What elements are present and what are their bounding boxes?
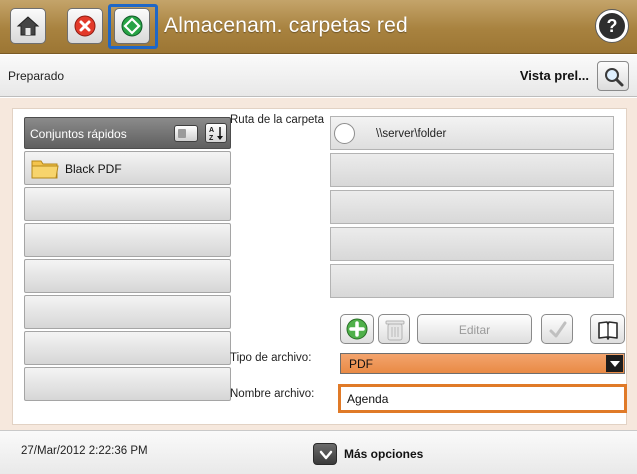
folder-path-radio[interactable] bbox=[334, 123, 355, 144]
checkmark-icon bbox=[549, 321, 567, 338]
quick-set-item[interactable] bbox=[24, 295, 231, 329]
quick-set-item[interactable]: Black PDF bbox=[24, 151, 231, 185]
folder-path-row[interactable] bbox=[330, 153, 614, 187]
folder-path-row[interactable] bbox=[330, 190, 614, 224]
quick-set-item[interactable] bbox=[24, 367, 231, 401]
sort-az-icon: A Z bbox=[209, 127, 223, 141]
dropdown-arrow-icon bbox=[606, 355, 623, 372]
more-options-button[interactable] bbox=[313, 443, 337, 465]
preview-button[interactable] bbox=[597, 61, 629, 91]
sort-button[interactable]: A Z bbox=[205, 123, 227, 143]
preview-label[interactable]: Vista prel... bbox=[520, 68, 589, 83]
main-panel: Conjuntos rápidos A Z Black PDF Ruta de … bbox=[0, 98, 637, 430]
folder-icon bbox=[31, 160, 59, 179]
svg-text:Z: Z bbox=[209, 135, 214, 141]
page-title: Almacenam. carpetas red bbox=[164, 14, 408, 37]
bottom-bar: 27/Mar/2012 2:22:36 PM Más opciones bbox=[0, 430, 637, 474]
stop-icon bbox=[74, 15, 96, 37]
title-bar: Almacenam. carpetas red ? bbox=[0, 0, 637, 54]
address-book-button[interactable] bbox=[590, 314, 625, 344]
file-type-select[interactable]: PDF bbox=[340, 353, 625, 374]
verify-button[interactable] bbox=[541, 314, 573, 344]
quick-set-label: Black PDF bbox=[65, 162, 122, 176]
stop-button[interactable] bbox=[67, 8, 103, 44]
add-button[interactable] bbox=[340, 314, 374, 344]
file-type-value: PDF bbox=[349, 357, 373, 371]
file-type-label: Tipo de archivo: bbox=[230, 352, 312, 364]
file-name-label: Nombre archivo: bbox=[230, 388, 315, 400]
folder-path-text: \\server\folder bbox=[376, 128, 447, 140]
trash-icon bbox=[385, 320, 405, 341]
quick-set-item[interactable] bbox=[24, 331, 231, 365]
plus-icon bbox=[346, 318, 368, 340]
delete-button[interactable] bbox=[378, 314, 410, 344]
folder-path-row[interactable] bbox=[330, 264, 614, 298]
help-icon: ? bbox=[599, 13, 625, 39]
edit-button-label: Editar bbox=[458, 323, 491, 337]
status-bar: Preparado Vista prel... bbox=[0, 55, 637, 97]
datetime: 27/Mar/2012 2:22:36 PM bbox=[21, 445, 148, 457]
folder-path-row[interactable] bbox=[330, 227, 614, 261]
quick-set-item[interactable] bbox=[24, 187, 231, 221]
svg-text:A: A bbox=[209, 127, 214, 134]
svg-text:?: ? bbox=[607, 16, 618, 36]
home-icon bbox=[16, 16, 40, 36]
edit-button[interactable]: Editar bbox=[417, 314, 532, 344]
start-icon bbox=[121, 15, 143, 37]
folder-path-row[interactable]: \\server\folder bbox=[330, 116, 614, 150]
quick-sets-header: Conjuntos rápidos A Z bbox=[24, 117, 231, 149]
quick-set-item[interactable] bbox=[24, 259, 231, 293]
home-button[interactable] bbox=[10, 8, 46, 44]
magnifier-icon bbox=[605, 68, 624, 87]
quick-sets-toggle[interactable] bbox=[174, 125, 198, 142]
file-name-input[interactable] bbox=[338, 384, 627, 413]
folder-path-label: Ruta de la carpeta bbox=[230, 114, 324, 126]
chevron-down-icon bbox=[319, 450, 333, 460]
help-button[interactable]: ? bbox=[595, 9, 629, 43]
more-options-label[interactable]: Más opciones bbox=[344, 447, 423, 461]
quick-set-item[interactable] bbox=[24, 223, 231, 257]
status-text: Preparado bbox=[8, 69, 65, 83]
book-icon bbox=[598, 321, 618, 340]
quick-sets-title: Conjuntos rápidos bbox=[30, 127, 127, 141]
start-button[interactable] bbox=[114, 8, 150, 44]
